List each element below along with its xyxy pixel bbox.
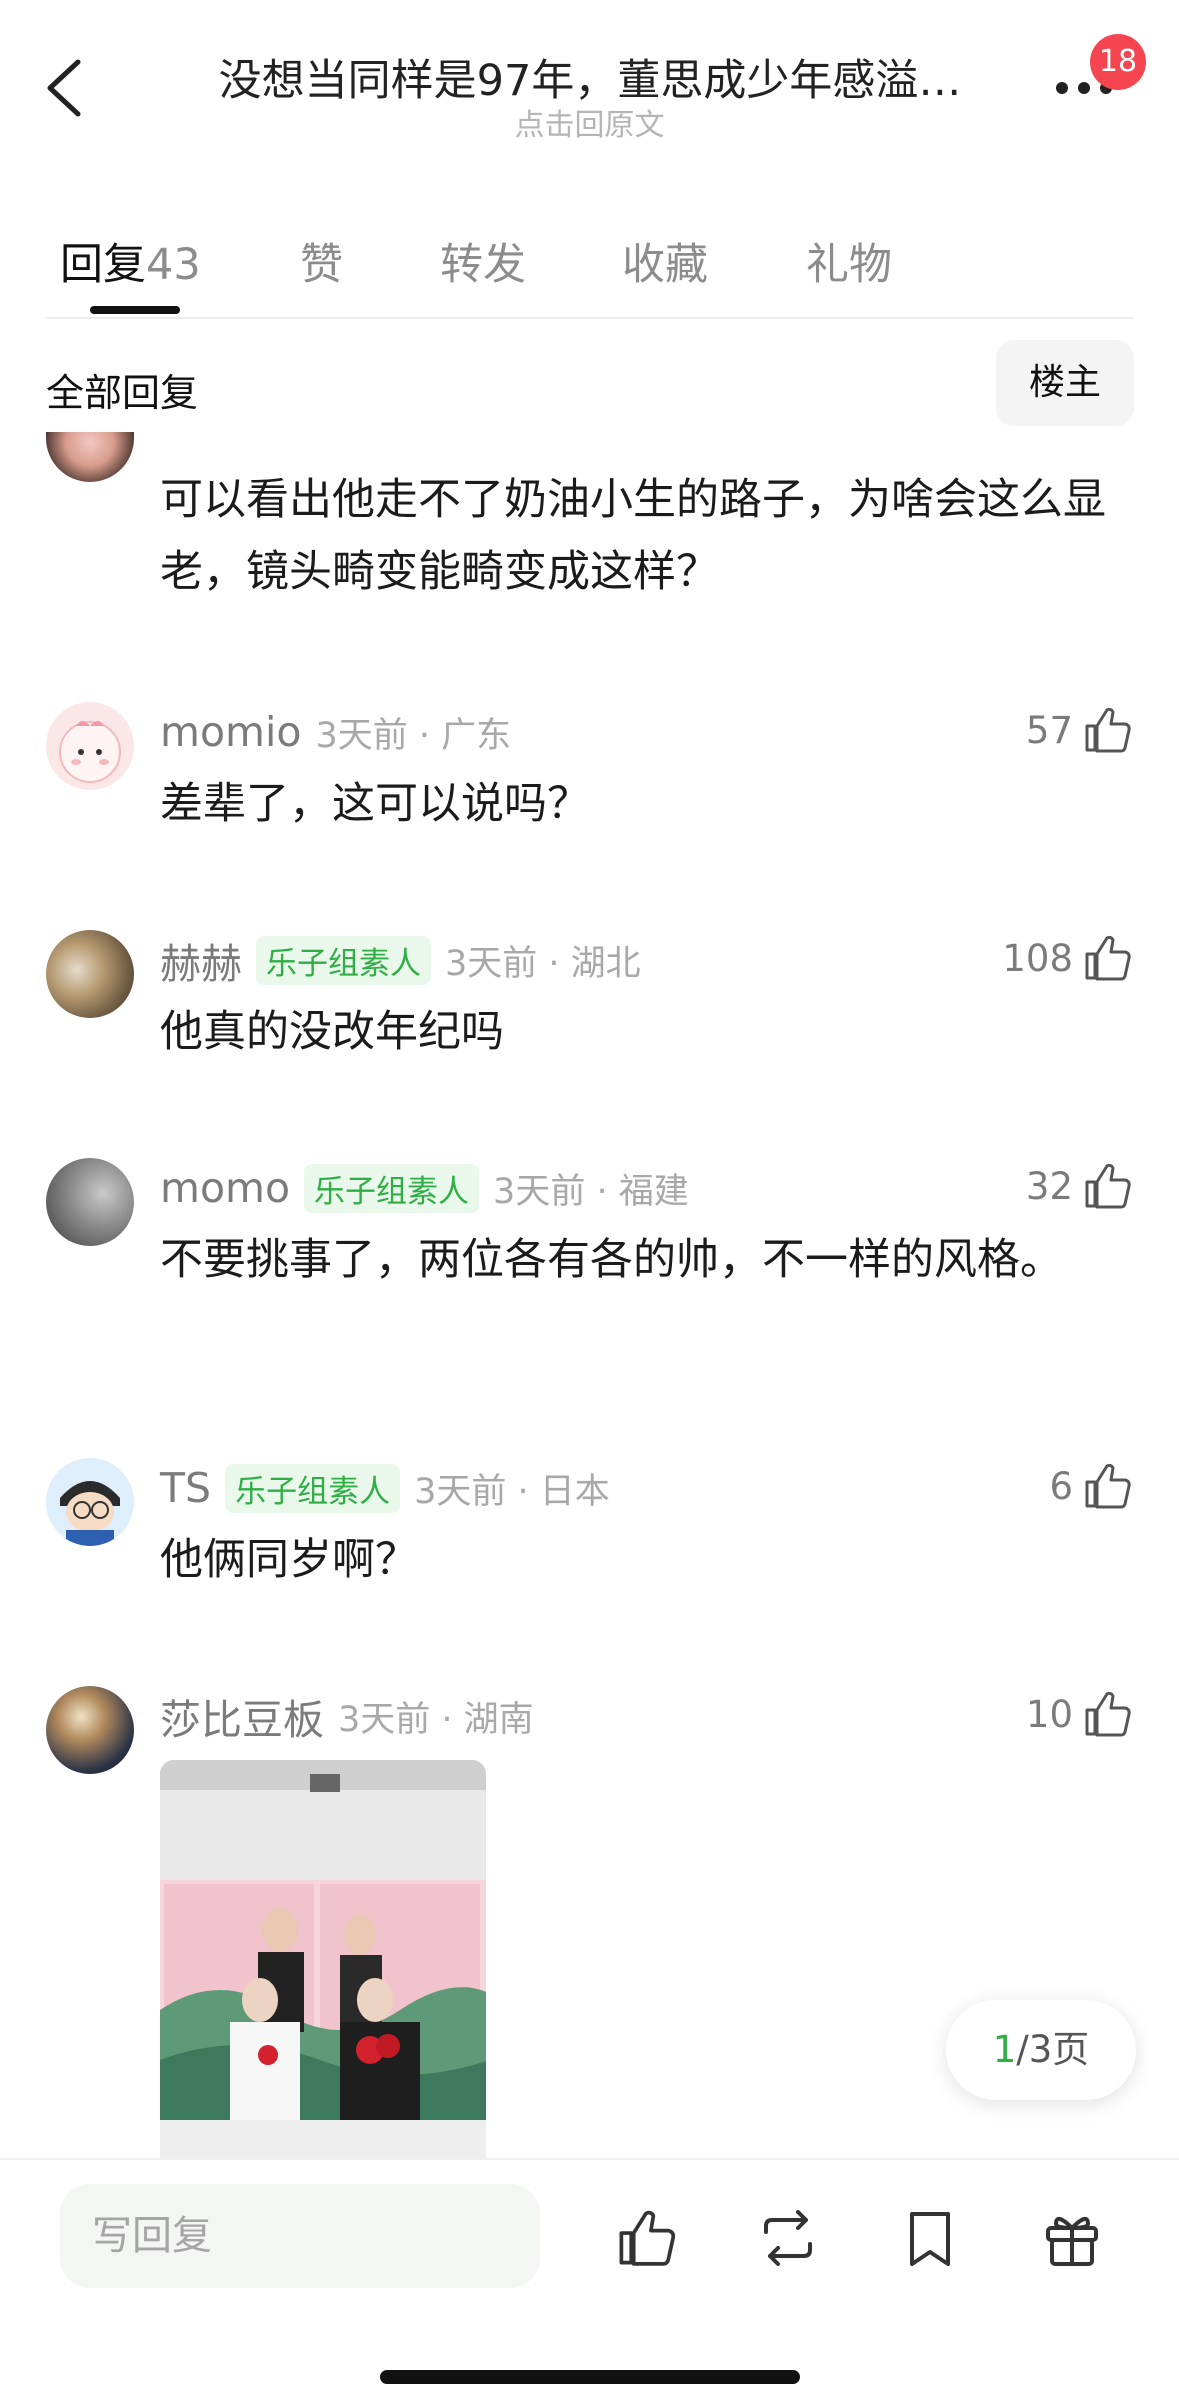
thumbs-up-icon	[1085, 1163, 1131, 1209]
tab-favorites[interactable]: 收藏	[622, 230, 708, 292]
timestamp-location: 3天前 · 福建	[493, 1171, 689, 1212]
gift-button[interactable]	[1040, 2206, 1104, 2270]
reply-input[interactable]: 写回复	[60, 2184, 540, 2288]
tab-bar: 回复43 赞 转发 收藏 礼物	[0, 210, 1179, 320]
tab-replies[interactable]: 回复43	[60, 230, 201, 292]
gift-icon	[1046, 2216, 1098, 2266]
timestamp-location: 3天前 · 湖北	[445, 943, 641, 984]
thumbs-up-icon	[619, 2210, 676, 2266]
like-button[interactable]: 108	[1002, 926, 1133, 990]
username[interactable]: 莎比豆板	[160, 1686, 324, 1746]
top-nav-bar: 没想当同样是97年，董思成少年感溢… 点击回原文 18	[0, 0, 1179, 180]
like-count: 108	[1002, 936, 1073, 980]
all-replies-filter[interactable]: 全部回复	[46, 362, 198, 417]
op-only-button[interactable]: 楼主	[996, 340, 1134, 426]
comment-body: 他俩同岁啊？	[160, 1535, 418, 1585]
user-tag: 乐子组素人	[225, 1463, 401, 1513]
tab-label: 转发	[440, 240, 526, 290]
timestamp-location: 3天前 · 广东	[315, 715, 512, 756]
page-indicator[interactable]: 1/3页	[946, 2000, 1136, 2100]
avatar[interactable]	[46, 432, 134, 482]
user-tag: 乐子组素人	[304, 1163, 480, 1213]
comment-meta: 赫赫 乐子组素人 3天前 · 湖北	[160, 930, 641, 990]
comment-meta: TS 乐子组素人 3天前 · 日本	[160, 1458, 610, 1518]
comment-meta: momo 乐子组素人 3天前 · 福建	[160, 1158, 689, 1218]
avatar[interactable]	[46, 930, 134, 1018]
comment-photo[interactable]	[160, 1760, 486, 2160]
bookmark-button[interactable]	[898, 2206, 962, 2270]
comment-body: 差辈了，这可以说吗？	[160, 779, 590, 829]
notification-badge[interactable]: 18	[1090, 34, 1146, 90]
comment-meta: 莎比豆板 3天前 · 湖南	[160, 1686, 534, 1746]
tab-gifts[interactable]: 礼物	[806, 230, 892, 292]
reply-count: 43	[146, 240, 201, 290]
tab-label: 收藏	[622, 240, 708, 290]
avatar[interactable]	[46, 702, 134, 790]
comment-item: 赫赫 乐子组素人 3天前 · 湖北 108 他真的没改年纪吗	[0, 924, 1179, 1114]
bookmark-icon	[910, 2212, 950, 2266]
tab-label: 礼物	[806, 240, 892, 290]
avatar[interactable]	[46, 1686, 134, 1774]
total-pages: /3页	[1016, 2028, 1090, 2071]
like-count: 10	[1025, 1692, 1073, 1736]
timestamp-location: 3天前 · 湖南	[338, 1699, 534, 1740]
current-page: 1	[992, 2028, 1017, 2071]
comment-body: 他真的没改年纪吗	[160, 1007, 504, 1057]
like-button[interactable]: 10	[1026, 1682, 1133, 1746]
comment-item: momo 乐子组素人 3天前 · 福建 32 不要挑事了，两位各有各的帅，不一样…	[0, 1152, 1179, 1412]
avatar[interactable]	[46, 1458, 134, 1546]
avatar[interactable]	[46, 1158, 134, 1246]
thumbs-up-icon	[1085, 1463, 1131, 1509]
username[interactable]: momo	[160, 1164, 290, 1212]
user-tag: 乐子组素人	[256, 935, 431, 985]
post-title[interactable]: 没想当同样是97年，董思成少年感溢…	[160, 46, 1020, 108]
comment-item: momio 3天前 · 广东 57 差辈了，这可以说吗？	[0, 696, 1179, 886]
comment-item: TS 乐子组素人 3天前 · 日本 6 他俩同岁啊？	[0, 1452, 1179, 1642]
home-indicator	[380, 2370, 800, 2384]
like-count: 6	[1049, 1464, 1073, 1508]
bottom-action-bar: 写回复	[0, 2158, 1179, 2406]
username[interactable]: TS	[160, 1464, 211, 1512]
username[interactable]: 赫赫	[160, 930, 242, 990]
like-button[interactable]: 6	[1049, 1454, 1133, 1518]
username[interactable]: momio	[160, 708, 301, 756]
thumbs-up-icon	[1085, 1691, 1131, 1737]
tab-label: 回复	[60, 240, 146, 290]
comment-item: 可以看出他走不了奶油小生的路子，为啥会这么显老，镜头畸变能畸变成这样？	[0, 432, 1179, 620]
comment-body: 不要挑事了，两位各有各的帅，不一样的风格。	[160, 1235, 1063, 1285]
comment-meta: momio 3天前 · 广东	[160, 702, 511, 762]
like-button[interactable]: 57	[1026, 698, 1133, 762]
like-count: 57	[1025, 708, 1073, 752]
divider	[46, 317, 1134, 319]
tab-likes[interactable]: 赞	[300, 230, 343, 292]
back-to-original-link[interactable]: 点击回原文	[0, 100, 1179, 144]
repost-icon	[764, 2210, 812, 2266]
like-post-button[interactable]	[614, 2206, 678, 2270]
active-tab-indicator	[90, 306, 180, 314]
timestamp-location: 3天前 · 日本	[414, 1471, 610, 1512]
like-button[interactable]: 32	[1026, 1154, 1133, 1218]
tab-reposts[interactable]: 转发	[440, 230, 526, 292]
like-count: 32	[1025, 1164, 1073, 1208]
thumbs-up-icon	[1085, 707, 1131, 753]
tab-label: 赞	[300, 240, 343, 290]
comment-body: 可以看出他走不了奶油小生的路子，为啥会这么显老，镜头畸变能畸变成这样？	[160, 475, 1106, 597]
thumbs-up-icon	[1085, 935, 1131, 981]
repost-button[interactable]	[756, 2206, 820, 2270]
